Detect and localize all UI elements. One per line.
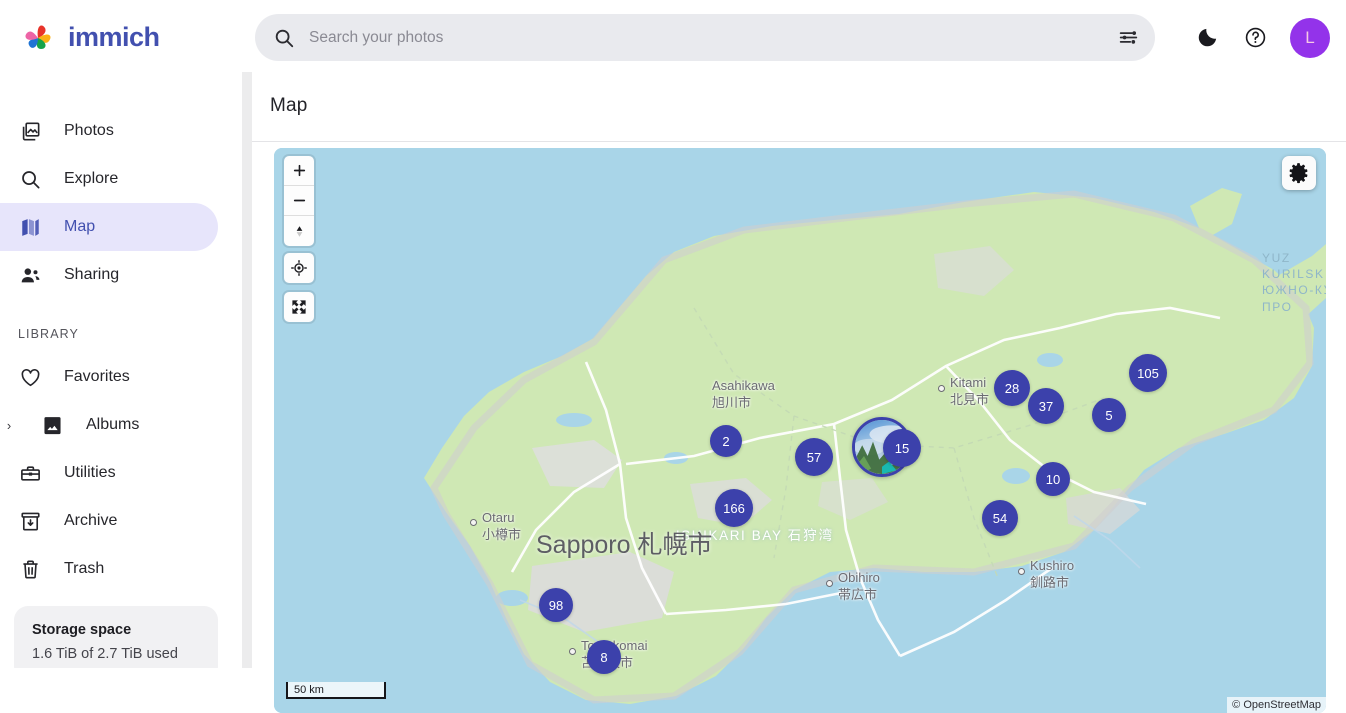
photos-stack-icon bbox=[18, 119, 42, 143]
chevron-right-icon[interactable]: › bbox=[0, 418, 18, 433]
sidebar-item-trash[interactable]: Trash bbox=[0, 545, 218, 593]
map-cluster-marker[interactable]: 5 bbox=[1092, 398, 1126, 432]
map-basemap[interactable] bbox=[274, 148, 1326, 713]
cluster-count: 2 bbox=[722, 434, 729, 449]
cluster-count: 8 bbox=[600, 650, 607, 665]
sidebar-item-label: Map bbox=[64, 218, 95, 236]
header-actions: L bbox=[1192, 14, 1330, 61]
zoom-out-button[interactable] bbox=[284, 186, 314, 216]
sidebar-item-label: Albums bbox=[86, 416, 139, 434]
gear-icon bbox=[1289, 163, 1310, 184]
sidebar-item-label: Sharing bbox=[64, 266, 119, 284]
search-input[interactable] bbox=[295, 29, 1107, 47]
sidebar-item-explore[interactable]: Explore bbox=[0, 155, 218, 203]
map-cluster-marker[interactable]: 2 bbox=[710, 425, 742, 457]
cluster-count: 57 bbox=[807, 450, 821, 465]
storage-space-detail: 1.6 TiB of 2.7 TiB used bbox=[32, 646, 200, 662]
help-button[interactable] bbox=[1240, 23, 1270, 53]
cluster-count: 37 bbox=[1039, 399, 1053, 414]
moon-icon bbox=[1196, 26, 1219, 49]
sidebar-item-photos[interactable]: Photos bbox=[0, 107, 218, 155]
toolbox-icon bbox=[18, 461, 42, 485]
storage-space-card[interactable]: Storage space 1.6 TiB of 2.7 TiB used bbox=[14, 606, 218, 668]
map-attribution[interactable]: © OpenStreetMap bbox=[1227, 697, 1326, 713]
heart-icon bbox=[18, 365, 42, 389]
search-bar[interactable] bbox=[255, 14, 1155, 61]
map-cluster-marker[interactable]: 15 bbox=[883, 429, 921, 467]
sidebar-item-label: Favorites bbox=[64, 368, 130, 386]
map-cluster-marker[interactable]: 10 bbox=[1036, 462, 1070, 496]
album-image-icon bbox=[40, 413, 64, 437]
search-icon bbox=[18, 167, 42, 191]
immich-pinwheel-logo-icon bbox=[18, 18, 58, 58]
fullscreen-expand-icon bbox=[290, 298, 308, 316]
cluster-count: 105 bbox=[1137, 366, 1159, 381]
map-cluster-marker[interactable]: 28 bbox=[994, 370, 1030, 406]
sidebar-item-sharing[interactable]: Sharing bbox=[0, 251, 218, 299]
map-container[interactable]: ISHIKARI BAY 石狩湾 Sapporo 札幌市 YUZ KURILSK… bbox=[274, 148, 1326, 713]
main-content: Map bbox=[252, 75, 1346, 668]
brand-name: immich bbox=[68, 22, 160, 53]
map-cluster-marker[interactable]: 166 bbox=[715, 489, 753, 527]
user-avatar[interactable]: L bbox=[1290, 18, 1330, 58]
map-cluster-marker[interactable]: 57 bbox=[795, 438, 833, 476]
map-city-dot-otaru bbox=[470, 519, 477, 526]
sidebar-item-label: Photos bbox=[64, 122, 114, 140]
title-divider bbox=[252, 141, 1346, 142]
fullscreen-button[interactable] bbox=[284, 292, 314, 322]
map-city-dot-obihiro bbox=[826, 580, 833, 587]
map-cluster-marker[interactable]: 54 bbox=[982, 500, 1018, 536]
sidebar-item-label: Utilities bbox=[64, 464, 116, 482]
sidebar-item-favorites[interactable]: Favorites bbox=[0, 353, 218, 401]
theme-toggle-button[interactable] bbox=[1192, 23, 1222, 53]
sidebar-item-label: Explore bbox=[64, 170, 118, 188]
archive-box-icon bbox=[18, 509, 42, 533]
cluster-count: 5 bbox=[1105, 408, 1112, 423]
map-cluster-marker[interactable]: 37 bbox=[1028, 388, 1064, 424]
cluster-count: 166 bbox=[723, 501, 745, 516]
cluster-count: 98 bbox=[549, 598, 563, 613]
sidebar-scrollbar-track[interactable] bbox=[242, 72, 252, 668]
app-header: immich bbox=[0, 0, 1346, 75]
trash-bin-icon bbox=[18, 557, 42, 581]
sidebar-item-utilities[interactable]: Utilities bbox=[0, 449, 218, 497]
compass-north-icon[interactable] bbox=[284, 216, 314, 246]
question-circle-icon bbox=[1244, 26, 1267, 49]
map-folded-icon bbox=[18, 215, 42, 239]
map-scale-bar: 50 km bbox=[286, 682, 386, 699]
zoom-in-button[interactable] bbox=[284, 156, 314, 186]
sidebar-item-archive[interactable]: Archive bbox=[0, 497, 218, 545]
map-city-dot-kushiro bbox=[1018, 568, 1025, 575]
sidebar-nav: Photos Explore Map Shar bbox=[0, 75, 248, 668]
search-filters-button[interactable] bbox=[1107, 17, 1149, 59]
storage-space-title: Storage space bbox=[32, 622, 200, 638]
sidebar-item-label: Trash bbox=[64, 560, 104, 578]
map-settings-button[interactable] bbox=[1282, 156, 1316, 190]
map-city-dot-tomakomai bbox=[569, 648, 576, 655]
search-icon bbox=[273, 27, 295, 49]
cluster-count: 28 bbox=[1005, 381, 1019, 396]
cluster-count: 54 bbox=[993, 511, 1007, 526]
map-cluster-marker[interactable]: 98 bbox=[539, 588, 573, 622]
page-title: Map bbox=[270, 95, 308, 117]
sidebar-item-label: Archive bbox=[64, 512, 117, 530]
sidebar-item-map[interactable]: Map bbox=[0, 203, 218, 251]
sidebar-item-albums[interactable]: › Albums bbox=[0, 401, 218, 449]
brand-home-link[interactable]: immich bbox=[0, 0, 240, 75]
map-city-dot-kitami bbox=[938, 385, 945, 392]
cluster-count: 15 bbox=[895, 441, 909, 456]
map-cluster-marker[interactable]: 105 bbox=[1129, 354, 1167, 392]
crosshair-locate-icon bbox=[290, 259, 308, 277]
map-cluster-marker[interactable]: 8 bbox=[587, 640, 621, 674]
sidebar-section-library: LIBRARY bbox=[0, 327, 248, 341]
geolocate-button[interactable] bbox=[284, 253, 314, 283]
map-zoom-controls[interactable] bbox=[284, 156, 314, 246]
people-icon bbox=[18, 263, 42, 287]
cluster-count: 10 bbox=[1046, 472, 1060, 487]
